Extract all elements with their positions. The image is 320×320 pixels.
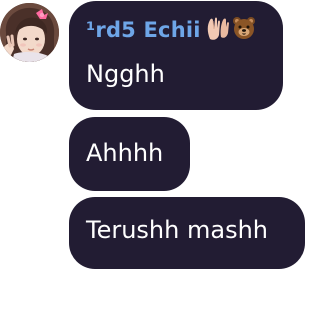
message-bubble-first[interactable]: ¹rd5 Echii Ngghh — [69, 1, 283, 110]
message-text: Ngghh — [86, 60, 165, 88]
sender-row: ¹rd5 Echii — [86, 13, 266, 47]
bear-face-icon — [232, 16, 256, 44]
message-bubble-third[interactable]: Terushh mashh — [69, 197, 305, 269]
message-bubble-second[interactable]: Ahhhh — [69, 117, 190, 191]
message-text: Ahhhh — [86, 139, 164, 167]
message-text: Terushh mashh — [86, 216, 268, 244]
sender-name[interactable]: ¹rd5 Echii — [86, 18, 201, 42]
avatar-photo — [0, 3, 59, 62]
hands-icon — [206, 15, 230, 45]
sender-avatar[interactable] — [0, 3, 59, 62]
